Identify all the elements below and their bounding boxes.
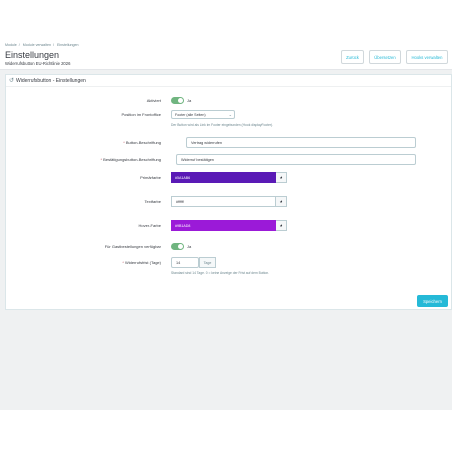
active-value: Ja xyxy=(187,98,192,103)
translate-button[interactable]: Übersetzen xyxy=(369,50,401,64)
text-color-input[interactable]: #ffffff xyxy=(171,196,276,207)
confirm-label-label: * Bestätigungsbutton-Beschriftung xyxy=(100,157,162,162)
active-label: Aktiviert xyxy=(146,98,161,103)
panel-title: Widerrufsbutton - Einstellungen xyxy=(16,77,86,84)
color-wheel-icon[interactable]: ◕ xyxy=(276,172,287,183)
settings-panel: ↺ Widerrufsbutton - Einstellungen Aktivi… xyxy=(5,74,452,310)
position-label: Position im Frontoffice xyxy=(121,112,162,117)
page-subtitle: Widerrufsbutton EU-Richtlinie 2026 xyxy=(5,61,71,66)
withdrawal-period-help: Standard sind 14 Tage. 0 = keine Anzeige… xyxy=(171,271,270,275)
color-wheel-icon[interactable]: ◕ xyxy=(276,196,287,207)
save-button[interactable]: Speichern xyxy=(417,295,448,307)
color-wheel-icon[interactable]: ◕ xyxy=(276,220,287,231)
primary-color-input[interactable]: #5A1AB6 xyxy=(171,172,276,183)
button-label-label: * Button-Beschriftung xyxy=(123,140,161,145)
primary-color-label: Primärfarbe xyxy=(140,175,161,180)
position-value: Footer (alle Seiten) xyxy=(175,112,206,117)
position-select[interactable]: Footer (alle Seiten) ⌄ xyxy=(171,110,235,119)
confirm-label-input[interactable]: Widerruf bestätigen xyxy=(176,154,416,165)
guest-orders-value: Ja xyxy=(187,244,192,249)
guest-orders-toggle[interactable] xyxy=(171,243,184,250)
text-color-label: Textfarbe xyxy=(144,199,161,204)
button-label-input[interactable]: Vertrag widerrufen xyxy=(186,137,416,148)
breadcrumb: Module / Module verwalten / Einstellungen xyxy=(5,43,79,47)
breadcrumb-item-settings: Einstellungen xyxy=(56,43,79,47)
hover-color-label: Hover-Farbe xyxy=(138,223,161,228)
withdrawal-period-unit: Tage xyxy=(199,257,216,268)
breadcrumb-item-module[interactable]: Module xyxy=(5,43,17,47)
breadcrumb-item-manage[interactable]: Module verwalten xyxy=(23,43,51,47)
hover-color-input[interactable]: #9B1AD8 xyxy=(171,220,276,231)
panel-header: ↺ Widerrufsbutton - Einstellungen xyxy=(6,75,451,87)
position-help: Der Button wird als Link im Footer einge… xyxy=(171,123,274,127)
chevron-down-icon: ⌄ xyxy=(228,112,232,117)
refresh-icon: ↺ xyxy=(9,78,15,84)
guest-orders-label: Für Gastbestellungen verfügbar xyxy=(104,244,161,249)
withdrawal-period-label: * Widerrufsfrist (Tage) xyxy=(122,260,161,265)
back-button[interactable]: Zurück xyxy=(341,50,364,64)
active-toggle[interactable] xyxy=(171,97,184,104)
withdrawal-period-input[interactable]: 14 xyxy=(171,257,199,268)
manage-hooks-button[interactable]: Hooks verwalten xyxy=(406,50,448,64)
page-title: Einstellungen xyxy=(5,50,60,60)
